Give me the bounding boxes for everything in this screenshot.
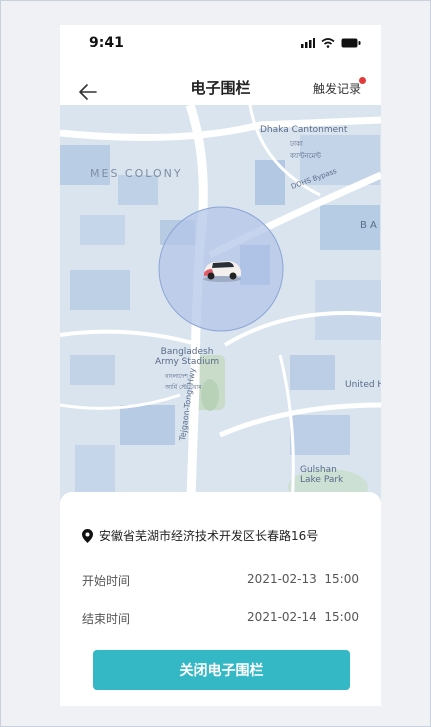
notification-dot	[359, 77, 366, 84]
location-pin-icon	[82, 528, 93, 543]
end-time-label: 结束时间	[82, 612, 131, 626]
status-time: 9:41	[89, 35, 124, 51]
map-label-gulshan: Gulshan Lake Park	[300, 465, 344, 485]
map-label-stadium: Bangladesh Army Stadium	[155, 347, 220, 367]
signal-icon	[301, 38, 315, 48]
screen-frame: 9:41 电子围栏 触发记录 Dhaka Cantonment ঢাকা ক্য…	[0, 0, 431, 727]
start-time-row: 开始时间 2021-02-13 15:00	[82, 572, 359, 589]
car-icon	[203, 261, 241, 282]
status-bar: 9:41	[60, 25, 381, 65]
trigger-record-link[interactable]: 触发记录	[313, 80, 361, 97]
map-label-dhaka: Dhaka Cantonment	[260, 125, 348, 135]
start-time-label: 开始时间	[82, 574, 131, 588]
address-text: 安徽省芜湖市经济技术开发区长春路16号	[99, 529, 319, 543]
end-time-value: 2021-02-14 15:00	[247, 610, 359, 624]
start-time-value: 2021-02-13 15:00	[247, 572, 359, 586]
address-row: 安徽省芜湖市经济技术开发区长春路16号	[82, 527, 318, 544]
map-label-mes-colony: MES COLONY	[90, 167, 183, 180]
close-fence-button[interactable]: 关闭电子围栏	[93, 650, 350, 690]
phone-screen: 9:41 电子围栏 触发记录 Dhaka Cantonment ঢাকা ক্য…	[60, 25, 381, 706]
map-label-united: United Ho	[345, 380, 381, 390]
wifi-icon	[321, 38, 335, 48]
end-time-row: 结束时间 2021-02-14 15:00	[82, 610, 359, 627]
map-view[interactable]: Dhaka Cantonment ঢাকা ক্যান্টনমেন্ট MES …	[60, 105, 381, 525]
status-icons	[301, 38, 361, 48]
battery-icon	[341, 38, 361, 48]
map-label-ba: B A	[360, 220, 377, 231]
map-label-dhaka-bn: ঢাকা ক্যান্টনমেন্ট	[290, 140, 321, 160]
fence-info-sheet: 安徽省芜湖市经济技术开发区长春路16号 开始时间 2021-02-13 15:0…	[60, 492, 381, 706]
